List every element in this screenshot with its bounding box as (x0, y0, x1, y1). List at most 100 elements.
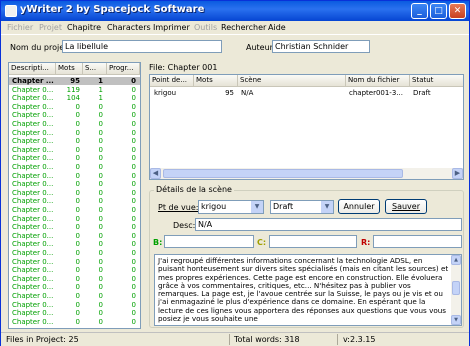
chapter-row[interactable]: Chapter 0... 0 0 0 (9, 137, 140, 145)
menu-outils[interactable]: Outils (194, 23, 217, 32)
project-name-input[interactable]: La libellule (62, 40, 222, 53)
chapter-row[interactable]: Chapter 0... 0 0 0 (9, 206, 140, 214)
chapter-row[interactable]: Chapter 0... 119 1 0 (9, 86, 140, 94)
pov-select[interactable]: krigou ▼ (198, 200, 264, 214)
scene-text-area[interactable]: J'ai regroupé différentes informations c… (154, 254, 462, 326)
chapter-row[interactable]: Chapter 0... 0 0 0 (9, 283, 140, 291)
menu-projet[interactable]: Projet (39, 23, 62, 32)
minimize-button[interactable]: _ (411, 3, 428, 19)
chapter-row[interactable]: Chapter 0... 0 0 0 (9, 129, 140, 137)
chapter-row[interactable]: Chapter 0... 0 0 0 (9, 223, 140, 231)
chapter-header-progress[interactable]: Progr... (107, 63, 140, 75)
menu-fichier[interactable]: Fichier (7, 23, 33, 32)
scene-header-words[interactable]: Mots (194, 75, 238, 87)
scene-list-hscrollbar[interactable]: ◀ ▶ (150, 168, 463, 179)
chapter-row[interactable]: Chapter 0... 0 0 0 (9, 120, 140, 128)
chapter-scenes-cell: 0 (98, 266, 103, 275)
chapter-words-cell: 0 (75, 111, 80, 120)
chapter-row[interactable]: Chapter 0... 0 0 0 (9, 215, 140, 223)
c-input[interactable] (269, 235, 357, 248)
chapter-row[interactable]: Chapter 0... 0 0 0 (9, 275, 140, 283)
scene-header-filename[interactable]: Nom du fichier (346, 75, 410, 87)
scene-text-vscrollbar[interactable]: ▲ ▼ (451, 255, 461, 325)
chapter-row[interactable]: Chapter 0... 0 0 0 (9, 189, 140, 197)
menu-rechercher[interactable]: Rechercher (221, 23, 266, 32)
menu-imprimer[interactable]: Imprimer (153, 23, 190, 32)
chapter-words-cell: 0 (75, 128, 80, 137)
chapter-row[interactable]: Chapter 0... 0 0 0 (9, 111, 140, 119)
chapter-row[interactable]: Chapter 0... 0 0 0 (9, 249, 140, 257)
chapter-scenes-cell: 0 (98, 137, 103, 146)
scene-header-pov[interactable]: Point de... (150, 75, 194, 87)
chapter-scenes-cell: 0 (98, 102, 103, 111)
chapter-progress-cell: 0 (131, 77, 136, 85)
chapter-row[interactable]: Chapter 0... 0 0 0 (9, 197, 140, 205)
chapter-row[interactable]: Chapter 0... 0 0 0 (9, 103, 140, 111)
main-window: yWriter 2 by Spacejock Software _ □ ✕ Fi… (0, 0, 470, 346)
close-button[interactable]: ✕ (449, 3, 466, 19)
scene-list[interactable]: Point de... Mots Scène Nom du fichier St… (149, 74, 464, 180)
menu-characters[interactable]: Characters (107, 23, 151, 32)
chapter-title-cell: Chapter 0... (12, 171, 54, 180)
scroll-down-icon[interactable]: ▼ (451, 315, 461, 325)
chapter-row[interactable]: Chapter 0... 0 0 0 (9, 154, 140, 162)
chapter-row[interactable]: Chapter 0... 0 0 0 (9, 258, 140, 266)
pov-select-value: krigou (201, 202, 227, 211)
r-label: R: (361, 238, 371, 247)
chapter-row[interactable]: Chapter ... 95 1 0 (9, 77, 140, 85)
chapter-progress-cell: 0 (131, 102, 136, 111)
chapter-row[interactable]: Chapter 0... 0 0 0 (9, 301, 140, 309)
chapter-title-cell: Chapter 0... (12, 94, 54, 103)
chapter-progress-cell: 0 (131, 154, 136, 163)
chapter-row[interactable]: Chapter 0... 0 0 0 (9, 146, 140, 154)
chapter-scenes-cell: 0 (98, 231, 103, 240)
menu-aide[interactable]: Aide (268, 23, 286, 32)
maximize-button[interactable]: □ (430, 3, 447, 19)
chapter-title-cell: Chapter 0... (12, 300, 54, 309)
chapter-scenes-cell: 0 (98, 145, 103, 154)
scene-text-vscroll-thumb[interactable] (452, 281, 460, 295)
scene-pov-cell: krigou (154, 89, 177, 97)
chapter-progress-cell: 0 (131, 180, 136, 189)
scene-list-hscroll-thumb[interactable] (163, 169, 403, 178)
chapter-row[interactable]: Chapter 0... 0 0 0 (9, 292, 140, 300)
chapter-row[interactable]: Chapter 0... 0 0 0 (9, 172, 140, 180)
chapter-row[interactable]: Chapter 0... 0 0 0 (9, 309, 140, 317)
cancel-button[interactable]: Annuler (338, 199, 380, 214)
chapter-row[interactable]: Chapter 0... 0 0 0 (9, 232, 140, 240)
chapter-progress-cell: 0 (131, 266, 136, 275)
chapter-row[interactable]: Chapter 0... 0 0 0 (9, 163, 140, 171)
scene-row[interactable]: krigou 95 N/A chapter001-3... Draft (150, 89, 463, 97)
scene-header-scene[interactable]: Scène (238, 75, 346, 87)
save-button[interactable]: Sauver (385, 199, 427, 214)
title-bar[interactable]: yWriter 2 by Spacejock Software _ □ ✕ (1, 1, 469, 21)
b-input[interactable] (164, 235, 254, 248)
chapter-progress-cell: 0 (131, 249, 136, 257)
desc-input[interactable]: N/A (195, 218, 462, 231)
scroll-up-icon[interactable]: ▲ (451, 255, 461, 265)
chapter-row[interactable]: Chapter 0... 0 0 0 (9, 180, 140, 188)
chapter-header-words[interactable]: Mots (56, 63, 83, 75)
status-separator (229, 334, 230, 345)
chapter-row[interactable]: Chapter 0... 0 0 0 (9, 318, 140, 326)
chapter-words-cell: 0 (75, 249, 80, 257)
chapter-progress-cell: 0 (131, 85, 136, 94)
chevron-down-icon[interactable]: ▼ (251, 201, 263, 213)
chevron-down-icon[interactable]: ▼ (321, 201, 333, 213)
chapter-list[interactable]: Descripti... Mots S... Progr... Chapter … (8, 62, 141, 329)
scene-header-status[interactable]: Statut (410, 75, 463, 87)
chapter-header-description[interactable]: Descripti... (9, 63, 56, 75)
status-select[interactable]: Draft ▼ (270, 200, 334, 214)
scroll-left-icon[interactable]: ◀ (150, 168, 161, 179)
chapter-row[interactable]: Chapter 0... 0 0 0 (9, 240, 140, 248)
chapter-header-scenes[interactable]: S... (83, 63, 107, 75)
status-bar: Files in Project: 25 Total words: 318 v:… (1, 332, 469, 346)
scroll-right-icon[interactable]: ▶ (452, 168, 463, 179)
author-input[interactable]: Christian Schnider (272, 40, 370, 53)
menu-chapitre[interactable]: Chapitre (67, 23, 101, 32)
chapter-row[interactable]: Chapter 0... 104 1 0 (9, 94, 140, 102)
r-input[interactable] (373, 235, 462, 248)
chapter-progress-cell: 0 (131, 257, 136, 266)
chapter-row[interactable]: Chapter 0... 0 0 0 (9, 266, 140, 274)
chapter-words-cell: 0 (75, 257, 80, 266)
